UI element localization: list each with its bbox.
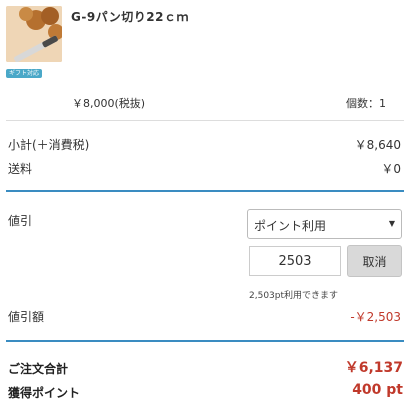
product-price: ￥8,000(税抜): [72, 97, 146, 110]
order-total-value: ￥6,137: [344, 360, 403, 376]
product-image[interactable]: [6, 6, 62, 62]
earned-points-label: 獲得ポイント: [8, 386, 81, 400]
shipping-label: 送料: [8, 162, 33, 176]
gift-badge: ギフト対応: [6, 69, 43, 78]
point-amount-input[interactable]: [249, 246, 341, 276]
cancel-button[interactable]: 取消: [347, 245, 402, 277]
discount-amount-label: 値引額: [8, 310, 45, 324]
discount-amount-value: -￥2,503: [350, 310, 401, 324]
section-divider: [6, 190, 404, 192]
section-divider: [6, 340, 404, 342]
earned-points-value: 400 pt: [352, 382, 403, 398]
select-value: ポイント利用: [254, 219, 327, 233]
subtotal-value: ￥8,640: [354, 138, 401, 152]
product-photo-graphic: [6, 6, 62, 62]
discount-label: 値引: [8, 214, 33, 228]
product-quantity: 個数：1: [346, 97, 386, 110]
product-name[interactable]: G-9パン切り22ｃｍ: [71, 8, 189, 25]
available-points-note: 2,503pt利用できます: [249, 291, 339, 301]
order-total-label: ご注文合計: [8, 362, 69, 376]
subtotal-label: 小計(＋消費税): [8, 138, 90, 152]
triangle-down-icon: ▼: [388, 219, 395, 228]
divider: [6, 120, 404, 121]
shipping-value: ￥0: [381, 162, 401, 176]
discount-method-select[interactable]: ポイント利用 ▼: [247, 209, 402, 239]
